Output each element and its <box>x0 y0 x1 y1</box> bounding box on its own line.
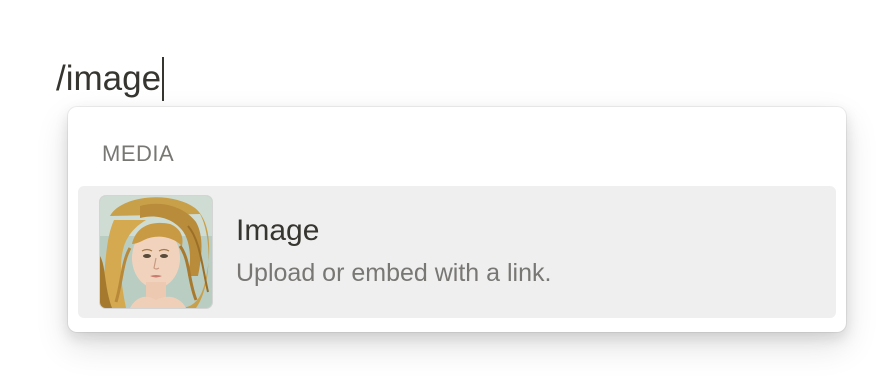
text-caret <box>162 57 165 101</box>
image-thumbnail-icon <box>100 196 212 308</box>
menu-item-image[interactable]: Image Upload or embed with a link. <box>78 186 836 318</box>
editor-line[interactable]: /image <box>56 56 165 102</box>
section-label-media: MEDIA <box>102 141 175 166</box>
menu-item-title: Image <box>236 214 320 247</box>
menu-item-description: Upload or embed with a link. <box>236 259 552 287</box>
slash-command-menu: MEDIA Image Upload or embed with a link. <box>68 107 846 332</box>
slash-command-text[interactable]: /image <box>56 56 161 102</box>
